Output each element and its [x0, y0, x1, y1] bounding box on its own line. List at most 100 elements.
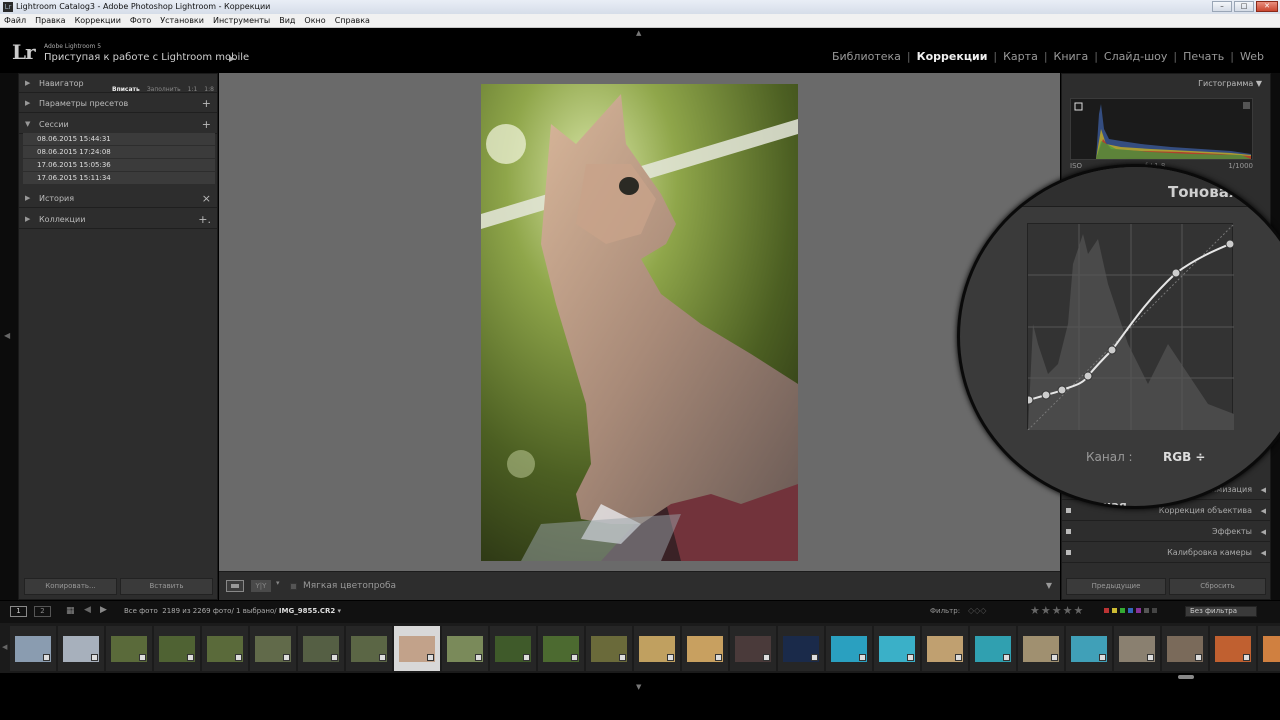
filmstrip-thumb[interactable]: [202, 626, 248, 671]
curve-point: [1024, 395, 1034, 405]
filmstrip-thumb[interactable]: [970, 626, 1016, 671]
back-arrow-icon[interactable]: ◀: [84, 605, 91, 615]
scroll-left-icon[interactable]: ◀: [2, 643, 7, 651]
filmstrip-thumb[interactable]: [58, 626, 104, 671]
filmstrip-thumb[interactable]: [874, 626, 920, 671]
filmstrip-thumb[interactable]: [250, 626, 296, 671]
menu-file[interactable]: Файл: [4, 14, 26, 27]
previous-button[interactable]: Предыдущие: [1066, 578, 1166, 595]
filmstrip-thumb[interactable]: [922, 626, 968, 671]
top-panel-toggle-icon[interactable]: ▲: [636, 29, 641, 37]
filmstrip-thumb[interactable]: [1210, 626, 1256, 671]
before-after-button[interactable]: Y|Y: [251, 580, 271, 592]
reset-button[interactable]: Сбросить: [1169, 578, 1266, 595]
add-collection-icon[interactable]: +.: [198, 210, 211, 229]
module-map[interactable]: Карта: [997, 50, 1044, 63]
panel-camera-calibration[interactable]: Калибровка камеры ◀: [1062, 543, 1270, 563]
color-label-filter[interactable]: [1104, 608, 1157, 613]
list-item[interactable]: 08.06.2015 17:24:08: [23, 146, 215, 159]
menu-window[interactable]: Окно: [304, 14, 325, 27]
add-session-icon[interactable]: +: [202, 115, 211, 134]
play-arrow-icon[interactable]: ▶: [229, 54, 235, 63]
filmstrip-thumb[interactable]: [1114, 626, 1160, 671]
filmstrip-thumb[interactable]: [106, 626, 152, 671]
collapse-left-icon[interactable]: ◀: [4, 331, 10, 340]
channel-select[interactable]: RGB ÷: [1163, 450, 1205, 464]
menu-photo[interactable]: Фото: [130, 14, 151, 27]
minimize-button[interactable]: –: [1212, 1, 1232, 12]
copy-button[interactable]: Копировать...: [24, 578, 117, 595]
filmstrip-thumb[interactable]: [490, 626, 536, 671]
menu-view[interactable]: Вид: [279, 14, 295, 27]
left-panel-edge[interactable]: ◀: [0, 73, 18, 600]
module-slideshow[interactable]: Слайд-шоу: [1098, 50, 1173, 63]
collections-header[interactable]: ▶ Коллекции +.: [19, 210, 217, 229]
histogram-header[interactable]: Гистограмма ▼: [1198, 79, 1262, 88]
filmstrip-thumb[interactable]: [826, 626, 872, 671]
presets-header[interactable]: ▶ Параметры пресетов +: [19, 94, 217, 113]
histogram[interactable]: [1070, 98, 1253, 160]
filmstrip-thumb[interactable]: [1018, 626, 1064, 671]
filmstrip-thumb[interactable]: [346, 626, 392, 671]
flag-filter-icon[interactable]: ◇◇◇: [968, 606, 986, 615]
filmstrip-thumb[interactable]: [442, 626, 488, 671]
filmstrip-thumb[interactable]: [730, 626, 776, 671]
add-preset-icon[interactable]: +: [202, 94, 211, 113]
tone-curve-graph[interactable]: [1024, 223, 1235, 431]
panel-switch[interactable]: [1066, 508, 1071, 513]
filmstrip-thumb[interactable]: [154, 626, 200, 671]
filmstrip-scrollbar[interactable]: [1178, 675, 1194, 679]
filter-preset-select[interactable]: Без фильтра: [1185, 606, 1257, 617]
filmstrip-thumb[interactable]: [586, 626, 632, 671]
filmstrip-thumb-selected[interactable]: [394, 626, 440, 671]
mobile-start-link[interactable]: Приступая к работе с Lightroom mobile: [44, 52, 249, 63]
paste-button[interactable]: Вставить: [120, 578, 213, 595]
module-develop[interactable]: Коррекции: [911, 50, 994, 63]
filmstrip-thumb[interactable]: [1258, 626, 1280, 671]
filmstrip-thumb[interactable]: [10, 626, 56, 671]
menu-tools[interactable]: Инструменты: [213, 14, 270, 27]
history-header[interactable]: ▶ История ×: [19, 189, 217, 208]
list-item[interactable]: 17.06.2015 15:05:36: [23, 159, 215, 172]
bottom-panel-toggle-icon[interactable]: ▼: [636, 683, 641, 691]
menu-help[interactable]: Справка: [335, 14, 370, 27]
list-item[interactable]: 17.06.2015 15:11:34: [23, 172, 215, 185]
module-library[interactable]: Библиотека: [826, 50, 907, 63]
toolbar-menu-icon[interactable]: ▼: [1046, 581, 1052, 590]
menu-settings[interactable]: Установки: [160, 14, 204, 27]
panel-switch[interactable]: [1066, 529, 1071, 534]
module-web[interactable]: Web: [1234, 50, 1270, 63]
clear-history-icon[interactable]: ×: [202, 189, 211, 208]
main-photo[interactable]: [481, 84, 798, 561]
rating-filter[interactable]: ★★★★★: [1030, 604, 1084, 617]
menu-bar: Файл Правка Коррекции Фото Установки Инс…: [0, 14, 1280, 28]
second-window-button[interactable]: 2: [34, 606, 51, 617]
chevron-down-icon[interactable]: ▾: [276, 579, 280, 587]
panel-effects[interactable]: Эффекты ◀: [1062, 522, 1270, 542]
navigator-header[interactable]: ▶ Навигатор Вписать Заполнить 1:1 1:8: [19, 74, 217, 93]
loupe-view-button[interactable]: [226, 580, 244, 592]
main-window-button[interactable]: 1: [10, 606, 27, 617]
grid-icon[interactable]: ▦: [66, 606, 75, 616]
sessions-header[interactable]: ▼ Сессии +: [19, 115, 217, 134]
collapse-triangle-icon: ▼: [25, 120, 31, 128]
filmstrip-thumb[interactable]: [778, 626, 824, 671]
filmstrip-thumb[interactable]: [538, 626, 584, 671]
menu-develop[interactable]: Коррекции: [75, 14, 121, 27]
close-button[interactable]: ✕: [1256, 1, 1278, 12]
filmstrip-thumb[interactable]: [634, 626, 680, 671]
module-book[interactable]: Книга: [1048, 50, 1095, 63]
panel-switch[interactable]: [1066, 550, 1071, 555]
filmstrip-thumb[interactable]: [1066, 626, 1112, 671]
expand-triangle-icon: ▶: [25, 215, 31, 223]
module-print[interactable]: Печать: [1177, 50, 1230, 63]
source-breadcrumb[interactable]: Все фото 2189 из 2269 фото/ 1 выбрано/ I…: [124, 607, 341, 615]
filmstrip-thumb[interactable]: [298, 626, 344, 671]
forward-arrow-icon[interactable]: ▶: [100, 605, 107, 615]
maximize-button[interactable]: □: [1234, 1, 1254, 12]
filmstrip-thumb[interactable]: [1162, 626, 1208, 671]
soft-proof-checkbox[interactable]: [290, 583, 297, 590]
menu-edit[interactable]: Правка: [35, 14, 65, 27]
list-item[interactable]: 08.06.2015 15:44:31: [23, 133, 215, 146]
filmstrip-thumb[interactable]: [682, 626, 728, 671]
